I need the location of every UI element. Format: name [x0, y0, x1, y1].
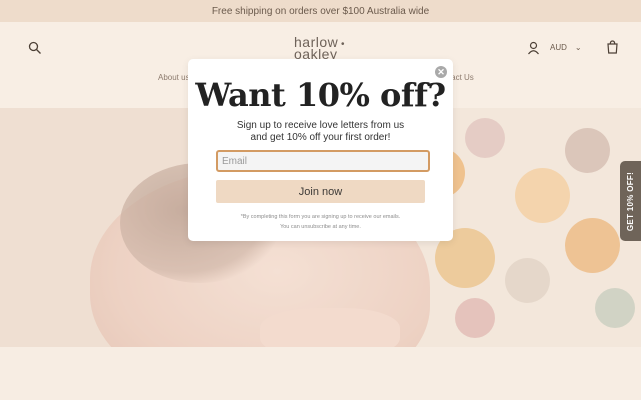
popup-subtext: Sign up to receive love letters from us …: [236, 120, 405, 143]
popup-headline: Want 10% off?: [195, 76, 446, 114]
logo[interactable]: harlow oakley •: [294, 35, 354, 61]
get-discount-tab[interactable]: GET 10% OFF!: [620, 161, 641, 241]
page-bottom: [0, 347, 641, 400]
announcement-text: Free shipping on orders over $100 Austra…: [211, 5, 430, 17]
currency-label: AUD: [550, 43, 567, 52]
side-tab-label: GET 10% OFF!: [626, 171, 636, 231]
account-button[interactable]: [527, 41, 540, 55]
cart-button[interactable]: [606, 40, 619, 54]
announcement-bar: Free shipping on orders over $100 Austra…: [0, 0, 641, 22]
logo-dot: •: [341, 39, 346, 50]
user-icon: [528, 41, 539, 55]
disclaimer-line1: *By completing this form you are signing…: [240, 214, 401, 220]
cart-icon: [607, 40, 618, 54]
search-icon: [28, 41, 41, 54]
join-now-button[interactable]: Join now: [216, 180, 425, 203]
discount-popup: ✕ Want 10% off? Sign up to receive love …: [188, 59, 453, 241]
nav-about-us[interactable]: About us: [158, 73, 190, 82]
currency-selector[interactable]: AUD ⌄: [550, 43, 582, 52]
disclaimer-line2: You can unsubscribe at any time.: [280, 224, 361, 230]
chevron-down-icon: ⌄: [574, 43, 582, 52]
search-button[interactable]: [28, 41, 42, 55]
popup-disclaimer: *By completing this form you are signing…: [188, 212, 453, 232]
email-input[interactable]: [216, 150, 430, 172]
